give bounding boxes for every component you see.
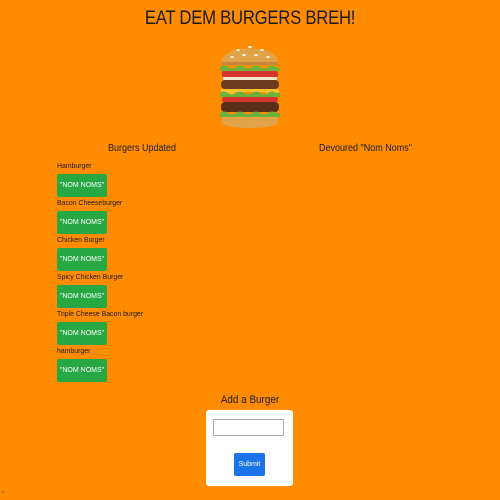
devour-button[interactable]: "NOM NOMS" bbox=[57, 322, 107, 345]
devour-button[interactable]: "NOM NOMS" bbox=[57, 359, 107, 382]
burger-item: Spicy Chicken Burger "NOM NOMS" bbox=[57, 272, 257, 309]
corner-mark: › bbox=[2, 490, 4, 496]
burger-name: Spicy Chicken Burger bbox=[57, 272, 124, 281]
burger-name: Triple Cheese Bacon burger bbox=[57, 309, 144, 318]
burger-name: hamburger bbox=[57, 346, 91, 355]
devour-button[interactable]: "NOM NOMS" bbox=[57, 211, 107, 234]
burger-list: Hamburger "NOM NOMS" Bacon Cheeseburger … bbox=[57, 161, 257, 383]
burger-name-input[interactable] bbox=[213, 419, 284, 436]
burger-item: Hamburger "NOM NOMS" bbox=[57, 161, 257, 198]
devour-button[interactable]: "NOM NOMS" bbox=[57, 174, 107, 197]
burger-item: Triple Cheese Bacon burger "NOM NOMS" bbox=[57, 309, 257, 346]
burger-item: Chicken Burger "NOM NOMS" bbox=[57, 235, 257, 272]
burger-icon bbox=[220, 46, 280, 128]
burger-name: Bacon Cheeseburger bbox=[57, 198, 123, 207]
burger-name: Hamburger bbox=[57, 161, 92, 170]
submit-button[interactable]: Submit bbox=[234, 453, 265, 476]
devour-button[interactable]: "NOM NOMS" bbox=[57, 248, 107, 271]
burger-item: hamburger "NOM NOMS" bbox=[57, 346, 257, 383]
page-title: EAT DEM BURGERS BREH! bbox=[144, 8, 356, 29]
burgers-updated-heading: Burgers Updated bbox=[108, 143, 177, 154]
devoured-heading: Devoured "Nom Noms" bbox=[319, 143, 412, 154]
devour-button[interactable]: "NOM NOMS" bbox=[57, 285, 107, 308]
add-burger-form: Submit bbox=[206, 410, 293, 486]
burger-item: Bacon Cheeseburger "NOM NOMS" bbox=[57, 198, 257, 235]
burger-name: Chicken Burger bbox=[57, 235, 105, 244]
add-burger-heading: Add a Burger bbox=[220, 394, 280, 406]
